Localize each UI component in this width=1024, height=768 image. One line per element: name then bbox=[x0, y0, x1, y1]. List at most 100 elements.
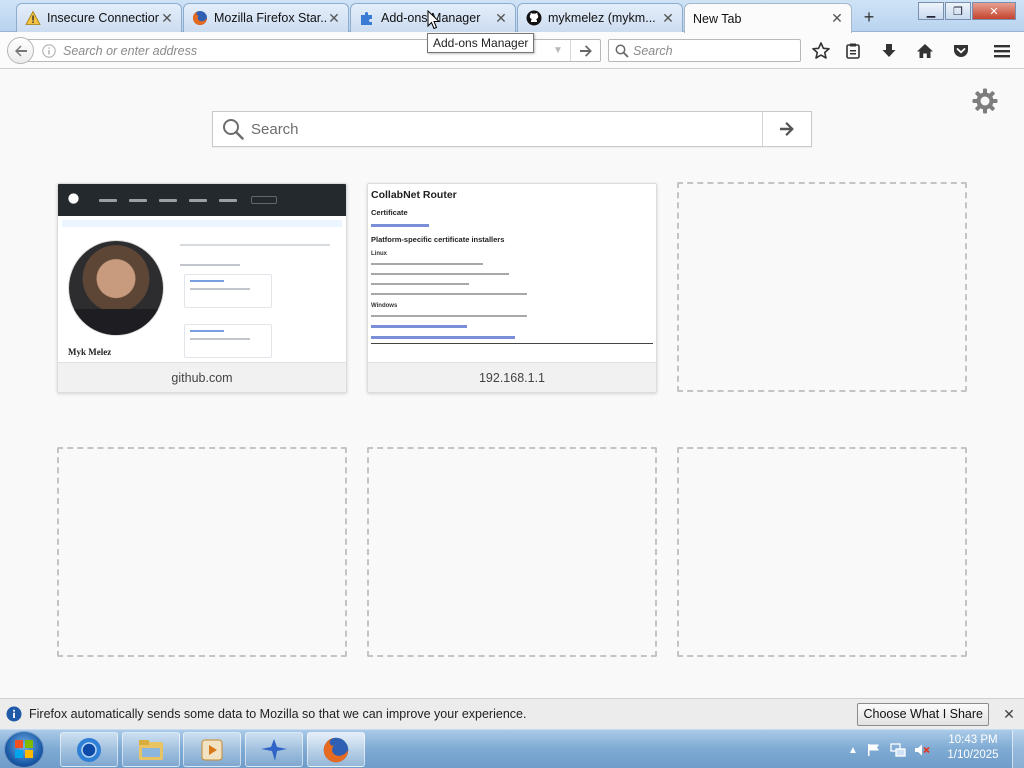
tab-new-tab[interactable]: New Tab ✕ bbox=[684, 3, 852, 33]
tab-title: New Tab bbox=[693, 11, 742, 26]
puzzle-piece-icon bbox=[359, 10, 375, 26]
thumbnail-title: CollabNet Router bbox=[371, 189, 457, 201]
gear-icon bbox=[972, 88, 998, 114]
bookmark-star-button[interactable] bbox=[810, 40, 832, 62]
hamburger-menu-icon bbox=[994, 45, 1010, 58]
tab-mykmelez-github[interactable]: mykmelez (mykm... ✕ bbox=[517, 3, 683, 32]
back-button[interactable] bbox=[7, 37, 34, 64]
info-icon bbox=[6, 706, 22, 722]
close-icon[interactable]: ✕ bbox=[159, 10, 175, 26]
clock-time: 10:43 PM bbox=[948, 734, 998, 746]
newtab-search-box bbox=[212, 111, 812, 147]
top-site-tile-github[interactable]: Myk Melez github.com bbox=[57, 183, 347, 393]
github-icon bbox=[68, 193, 79, 207]
minimize-icon: ▁ bbox=[926, 5, 936, 18]
show-hidden-icons-button[interactable]: ▲ bbox=[845, 742, 861, 758]
close-icon[interactable]: ✕ bbox=[997, 706, 1021, 723]
taskbar-file-explorer[interactable] bbox=[122, 732, 180, 767]
bird-app-icon bbox=[261, 738, 287, 761]
downloads-button[interactable] bbox=[878, 40, 900, 62]
tab-insecure-connection[interactable]: Insecure Connection ✕ bbox=[16, 3, 182, 32]
home-icon bbox=[917, 44, 933, 58]
windows-taskbar: ▲ 10:43 PM 1/10/2025 bbox=[0, 729, 1024, 768]
empty-tile-placeholder bbox=[677, 182, 967, 392]
tab-tooltip: Add-ons Manager bbox=[427, 33, 535, 53]
taskbar-firefox[interactable] bbox=[307, 732, 365, 767]
clock-date: 1/10/2025 bbox=[947, 749, 999, 761]
menu-button[interactable] bbox=[991, 40, 1013, 62]
profile-name: Myk Melez bbox=[68, 347, 112, 357]
back-arrow-icon bbox=[14, 45, 27, 56]
new-tab-page: Myk Melez github.com CollabNet Router Ce… bbox=[0, 70, 1024, 698]
tile-thumbnail: Myk Melez bbox=[58, 184, 346, 362]
maximize-button[interactable]: ❐ bbox=[945, 2, 971, 20]
avatar bbox=[68, 240, 164, 336]
pocket-button[interactable] bbox=[950, 40, 972, 62]
arrow-right-icon bbox=[780, 122, 794, 136]
thumbnail-github-header bbox=[58, 184, 346, 216]
minimize-button[interactable]: ▁ bbox=[918, 2, 944, 20]
empty-tile-placeholder bbox=[57, 447, 347, 657]
network-icon[interactable] bbox=[890, 742, 906, 758]
show-desktop-button[interactable] bbox=[1012, 730, 1024, 768]
close-icon[interactable]: ✕ bbox=[493, 10, 509, 26]
plus-icon: + bbox=[863, 6, 875, 27]
thumbnail-subheading: Linux bbox=[371, 251, 387, 257]
top-site-tile-router[interactable]: CollabNet Router Certificate Platform-sp… bbox=[367, 183, 657, 393]
data-reporting-notification: Firefox automatically sends some data to… bbox=[0, 698, 1024, 729]
search-input[interactable] bbox=[633, 40, 800, 61]
choose-what-i-share-button[interactable]: Choose What I Share bbox=[857, 702, 989, 726]
search-bar bbox=[608, 39, 801, 62]
reading-list-button[interactable] bbox=[842, 40, 864, 62]
restore-icon: ❐ bbox=[953, 5, 963, 18]
thumbnail-heading: Certificate bbox=[371, 208, 408, 217]
windows-logo-icon bbox=[15, 740, 33, 758]
tile-thumbnail: CollabNet Router Certificate Platform-sp… bbox=[368, 184, 656, 362]
clipboard-icon bbox=[846, 43, 860, 59]
taskbar-media-player[interactable] bbox=[183, 732, 241, 767]
download-arrow-icon bbox=[882, 44, 896, 57]
taskbar-chrome[interactable] bbox=[60, 732, 118, 767]
github-icon bbox=[526, 10, 542, 26]
search-icon bbox=[215, 118, 251, 140]
customize-button[interactable] bbox=[970, 86, 1000, 116]
close-window-button[interactable]: ✕ bbox=[972, 2, 1016, 20]
new-tab-button[interactable]: + bbox=[858, 6, 880, 28]
go-button[interactable] bbox=[570, 40, 600, 61]
page-info-icon[interactable] bbox=[41, 43, 57, 58]
pocket-icon bbox=[954, 45, 968, 57]
taskbar-bird-app[interactable] bbox=[245, 732, 303, 767]
volume-muted-icon[interactable] bbox=[914, 742, 930, 758]
start-button[interactable] bbox=[4, 731, 44, 768]
file-explorer-icon bbox=[139, 739, 163, 760]
close-icon: ✕ bbox=[989, 5, 999, 18]
media-player-icon bbox=[201, 739, 223, 760]
flag-icon[interactable] bbox=[866, 742, 882, 758]
close-icon[interactable]: ✕ bbox=[829, 10, 845, 27]
close-icon[interactable]: ✕ bbox=[326, 10, 342, 26]
thumbnail-subheading: Windows bbox=[371, 303, 398, 309]
arrow-right-icon bbox=[579, 44, 592, 57]
tab-title: Mozilla Firefox Star... bbox=[214, 11, 326, 25]
home-button[interactable] bbox=[914, 40, 936, 62]
system-clock[interactable]: 10:43 PM 1/10/2025 bbox=[936, 733, 1010, 763]
firefox-icon bbox=[192, 10, 208, 26]
notification-message: Firefox automatically sends some data to… bbox=[29, 707, 527, 721]
window-controls: ▁ ❐ ✕ bbox=[918, 2, 1016, 20]
newtab-search-go-button[interactable] bbox=[762, 112, 811, 146]
firefox-icon bbox=[323, 737, 349, 762]
newtab-search-input[interactable] bbox=[251, 114, 762, 144]
mouse-cursor-icon bbox=[427, 9, 441, 33]
warning-icon bbox=[25, 10, 41, 26]
empty-tile-placeholder bbox=[677, 447, 967, 657]
tab-title: Insecure Connection bbox=[47, 11, 159, 25]
search-icon[interactable] bbox=[611, 44, 633, 58]
close-icon[interactable]: ✕ bbox=[660, 10, 676, 26]
tab-strip: Insecure Connection ✕ Mozilla Firefox St… bbox=[0, 0, 1024, 33]
empty-tile-placeholder bbox=[367, 447, 657, 657]
thumbnail-heading: Platform-specific certificate installers bbox=[371, 235, 505, 244]
chrome-icon bbox=[77, 737, 101, 762]
tile-label: 192.168.1.1 bbox=[368, 362, 656, 392]
history-dropdown-icon[interactable]: ▼ bbox=[546, 45, 570, 56]
tab-mozilla-firefox-start[interactable]: Mozilla Firefox Star... ✕ bbox=[183, 3, 349, 32]
